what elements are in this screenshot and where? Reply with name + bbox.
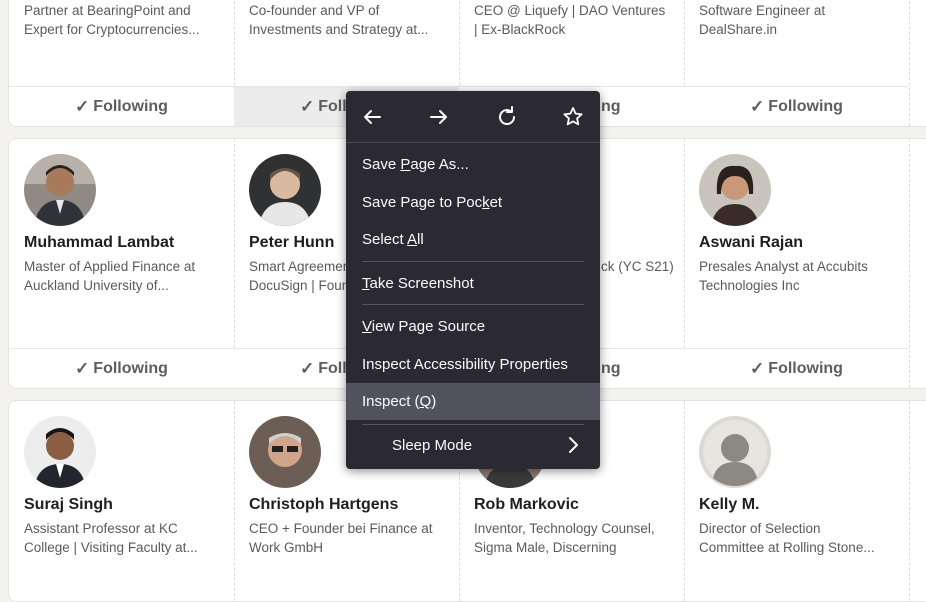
following-button[interactable]: ✓ Following [9,86,234,126]
person-card: Partner at BearingPoint and Expert for Cr… [9,0,235,126]
avatar[interactable] [249,416,321,488]
person-card: Muhammad Lambat Master of Applied Financ… [9,139,235,388]
card-headline: Partner at BearingPoint and Expert for Cr… [24,3,200,37]
avatar[interactable] [24,416,96,488]
save-to-pocket-menu-item[interactable]: Save Page to Pocket [362,194,502,211]
following-button[interactable]: ✓ Following [684,86,909,126]
checkmark-icon: ✓ [300,96,315,116]
card-headline: Assistant Professor at KC College | Visit… [24,521,198,555]
checkmark-icon: ✓ [75,358,90,378]
view-page-source-menu-item[interactable]: View Page Source [362,318,485,335]
checkmark-icon: ✓ [75,96,90,116]
person-card: Aswani Rajan Presales Analyst at Accubit… [684,139,910,388]
following-button[interactable]: ✓ Following [684,348,909,388]
following-button[interactable]: ✓ Following [9,348,234,388]
card-headline: Co-founder and VP of Investments and Stra… [249,3,429,37]
bookmark-star-icon[interactable] [561,105,585,129]
avatar[interactable] [24,154,96,226]
person-name[interactable]: Rob Markovic [474,496,579,514]
checkmark-icon: ✓ [750,96,765,116]
checkmark-icon: ✓ [750,358,765,378]
sleep-mode-menu-item[interactable]: Sleep Mode [392,437,472,454]
person-name[interactable]: Aswani Rajan [699,234,803,252]
avatar[interactable] [249,154,321,226]
select-all-menu-item[interactable]: Select All [362,231,424,248]
person-name[interactable]: Suraj Singh [24,496,113,514]
inspect-menu-item[interactable]: Inspect (Q) [362,393,436,410]
context-menu-navigation-row [346,91,600,143]
menu-separator [362,261,584,262]
chevron-right-icon [569,437,578,453]
card-headline: Software Engineer at DealShare.in [699,3,826,37]
reload-icon[interactable] [495,105,519,129]
card-headline: Inventor, Technology Counsel, Sigma Male,… [474,521,655,555]
checkmark-icon: ✓ [300,358,315,378]
person-card: Suraj Singh Assistant Professor at KC Col… [9,401,235,601]
menu-separator [362,424,584,425]
inspect-accessibility-menu-item[interactable]: Inspect Accessibility Properties [362,356,568,373]
back-arrow-icon[interactable] [360,105,384,129]
person-name[interactable]: Peter Hunn [249,234,334,252]
take-screenshot-menu-item[interactable]: Take Screenshot [362,275,474,292]
card-headline: Master of Applied Finance at Auckland Uni… [24,259,196,293]
person-card: Software Engineer at DealShare.in ✓ Follow… [684,0,910,126]
card-headline: CEO @ Liquefy | DAO Ventures | Ex-BlackRo… [474,3,666,37]
person-name[interactable]: Muhammad Lambat [24,234,174,252]
card-headline: CEO + Founder bei Finance at Work GmbH [249,521,433,555]
card-headline: Presales Analyst at Accubits Technologies… [699,259,868,293]
person-name[interactable]: Kelly M. [699,496,759,514]
person-card: Kelly M. Director of Selection Committee … [684,401,910,601]
menu-separator [362,304,584,305]
avatar[interactable] [699,154,771,226]
default-avatar-icon[interactable] [699,416,771,488]
save-page-as-menu-item[interactable]: Save Page As... [362,156,469,173]
browser-context-menu: Save Page As... Save Page to Pocket Sele… [346,91,600,469]
person-name[interactable]: Christoph Hartgens [249,496,398,514]
card-headline: Director of Selection Committee at Rollin… [699,521,875,555]
forward-arrow-icon[interactable] [427,105,451,129]
